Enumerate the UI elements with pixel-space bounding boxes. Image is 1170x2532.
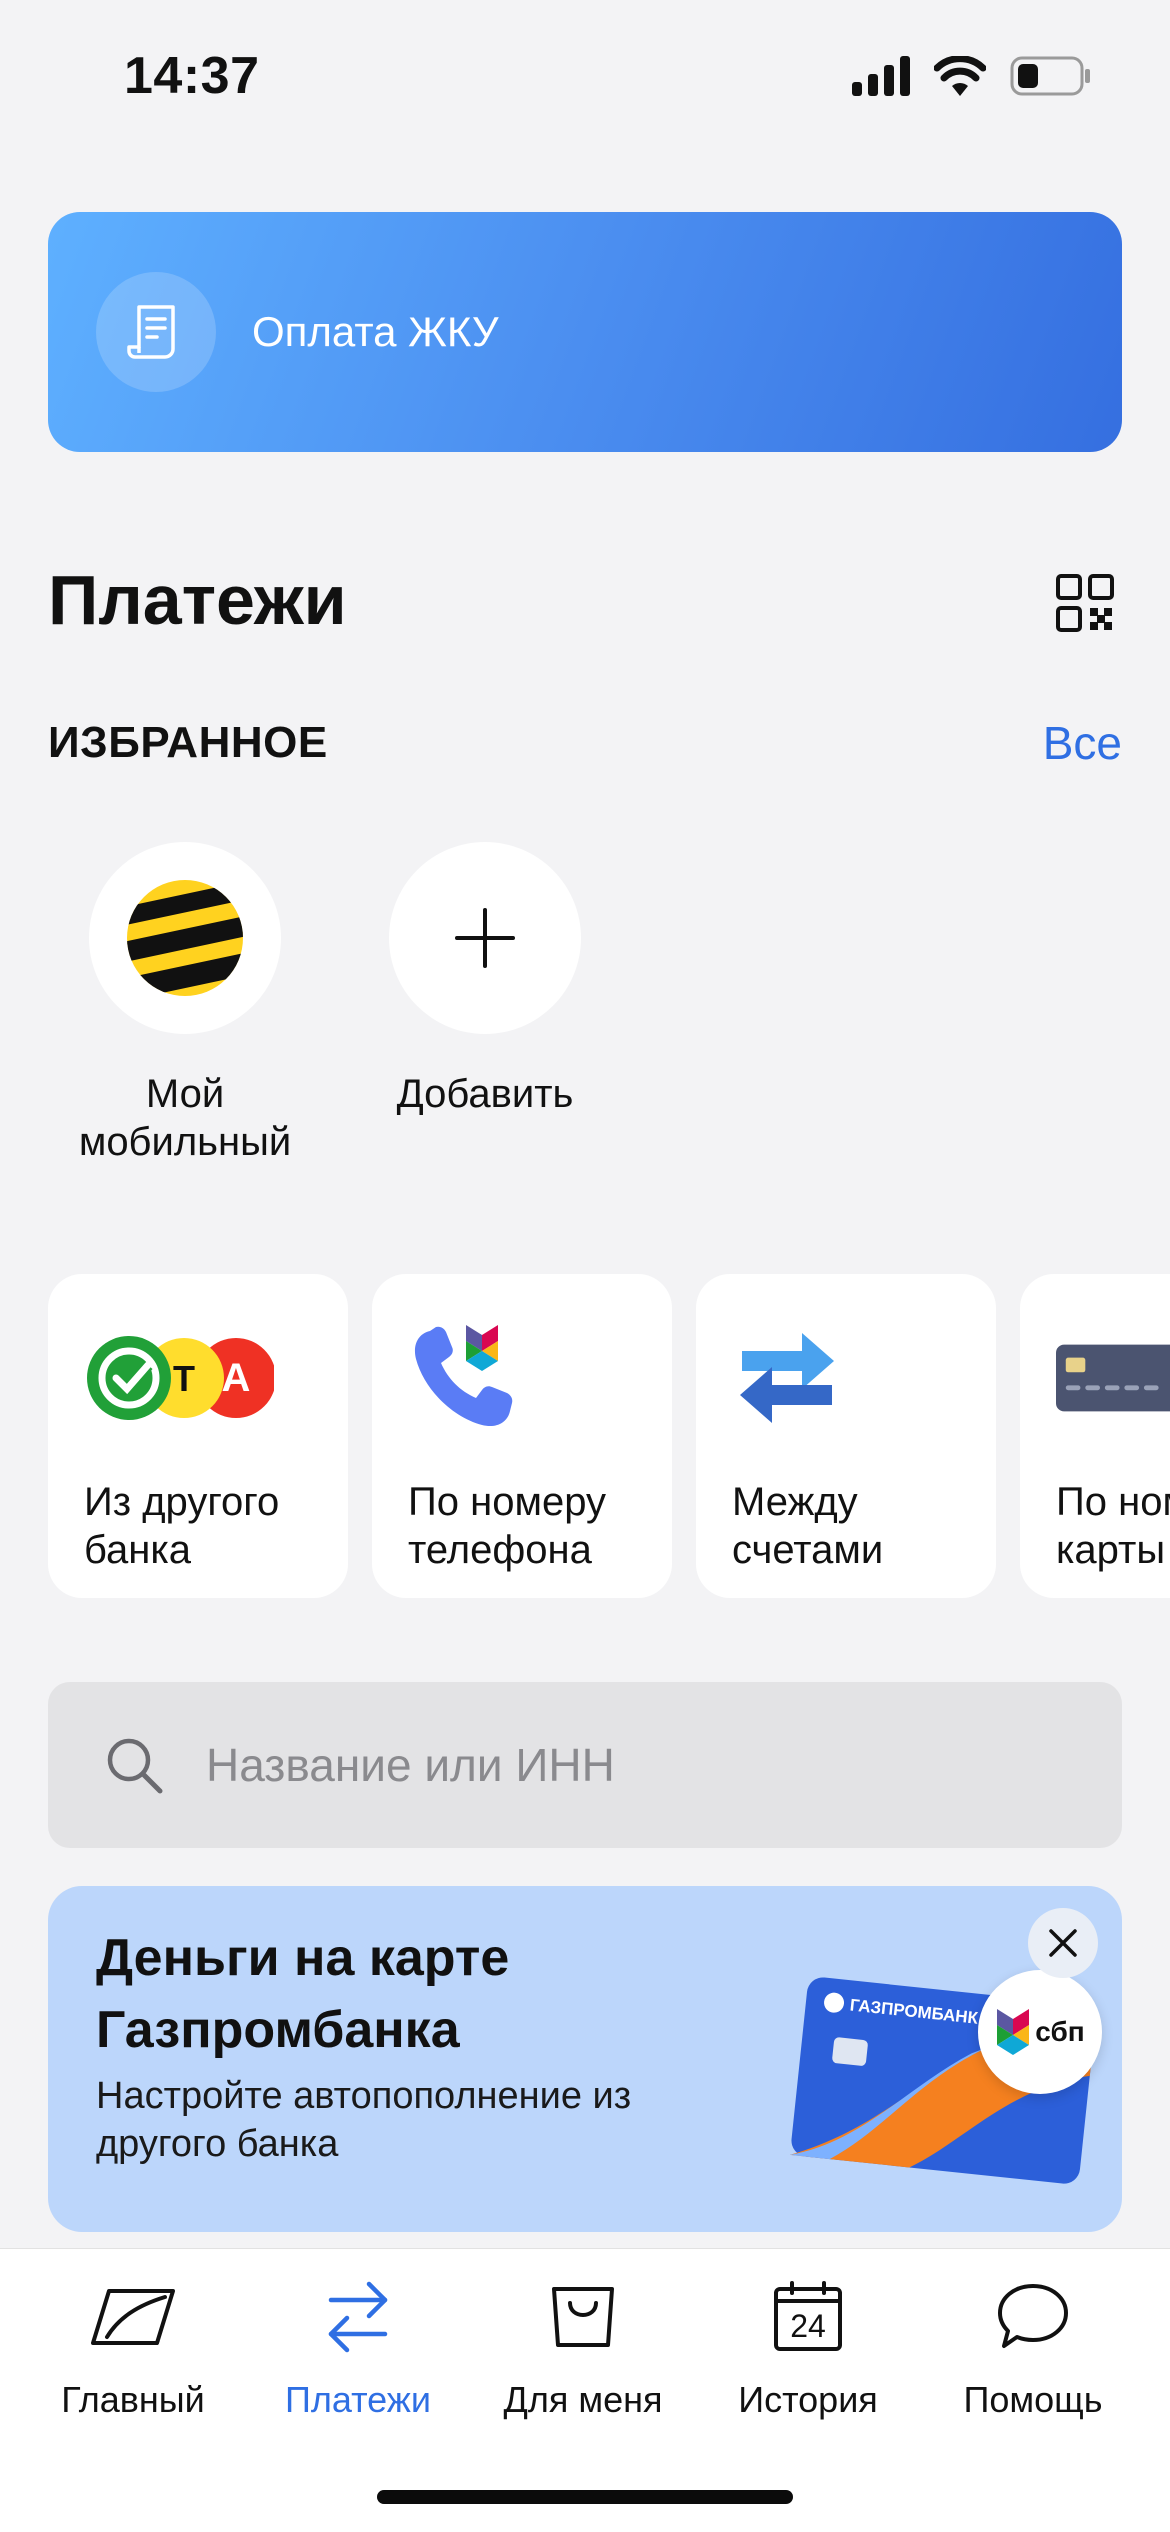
sbp-label: сбп (1035, 2016, 1085, 2047)
search-bar[interactable] (48, 1682, 1122, 1848)
status-icons (852, 56, 1092, 96)
sbp-badge: сбп (978, 1970, 1102, 2094)
cellular-signal-icon (852, 56, 910, 96)
tab-home[interactable]: Главный (18, 2277, 248, 2421)
phone-sbp-icon (408, 1318, 636, 1438)
promo-title: Деньги на карте Газпромбанка (96, 1929, 510, 2059)
close-icon (1049, 1929, 1077, 1957)
calendar-icon: 24 (774, 2281, 842, 2351)
status-time: 14:37 (124, 47, 260, 105)
favorite-item-label: Добавить (396, 1072, 574, 1116)
tab-label: Помощь (963, 2379, 1103, 2420)
page-title: Платежи (48, 561, 347, 639)
payment-type-label-line1: Из другого (84, 1480, 280, 1524)
tab-label: История (738, 2379, 878, 2420)
payment-type-label-line1: Между (732, 1480, 858, 1524)
beeline-logo-icon (89, 842, 281, 1034)
chat-bubble-icon (998, 2284, 1068, 2348)
payment-type-other-bank[interactable]: А Т Из другого банка (48, 1274, 348, 1598)
favorite-item-add[interactable]: Добавить (370, 842, 600, 1118)
promo-text: Настройте автопополнение из другого банк… (96, 2075, 632, 2165)
tab-payments[interactable]: Платежи (243, 2277, 473, 2421)
receipt-icon (96, 272, 216, 392)
tab-history[interactable]: 24 История (693, 2277, 923, 2421)
bank-logos-icon: А Т (84, 1318, 312, 1438)
promo-banner[interactable]: Деньги на карте Газпромбанка Настройте а… (48, 1886, 1122, 2232)
utilities-payment-banner[interactable]: Оплата ЖКУ (48, 212, 1122, 452)
home-logo-icon (91, 2289, 175, 2345)
plus-icon (389, 842, 581, 1034)
svg-text:А: А (222, 1356, 251, 1400)
search-input[interactable] (206, 1738, 1056, 1792)
tab-for-me[interactable]: Для меня (468, 2277, 698, 2421)
favorites-all-link[interactable]: Все (1043, 716, 1122, 770)
utilities-payment-label: Оплата ЖКУ (252, 308, 499, 355)
payment-type-label-line1: По номеру (408, 1480, 606, 1524)
shopping-bag-icon (552, 2287, 614, 2347)
battery-icon (1010, 56, 1090, 96)
home-indicator (377, 2490, 793, 2504)
transfer-icon (328, 2281, 388, 2353)
tab-help[interactable]: Помощь (918, 2277, 1148, 2421)
payment-type-label-line2: телефона (408, 1528, 592, 1572)
tab-label: Для меня (503, 2379, 663, 2420)
sbp-logo-icon (997, 2009, 1030, 2055)
close-button[interactable] (1028, 1908, 1098, 1978)
tab-label: Платежи (284, 2379, 431, 2420)
wifi-icon (934, 56, 986, 96)
payment-type-label-line2: счетами (732, 1528, 884, 1572)
payment-type-label-line2: карты (1056, 1528, 1166, 1572)
payment-type-label-line2: банка (84, 1528, 191, 1572)
qr-scan-icon[interactable] (1056, 574, 1114, 632)
search-icon (107, 1738, 163, 1794)
calendar-number: 24 (790, 2308, 826, 2344)
card-icon (1056, 1318, 1170, 1438)
payment-type-by-card[interactable]: По номеру карты (1020, 1274, 1170, 1598)
payment-type-between-accounts[interactable]: Между счетами (696, 1274, 996, 1598)
transfer-arrows-icon (732, 1318, 960, 1438)
svg-text:Т: Т (173, 1358, 195, 1399)
payment-type-by-phone[interactable]: По номеру телефона (372, 1274, 672, 1598)
payment-type-label-line1: По номеру (1056, 1480, 1170, 1524)
favorites-title: ИЗБРАННОЕ (48, 718, 328, 767)
favorite-item-my-mobile[interactable]: Мой мобильный (70, 842, 300, 1166)
tab-label: Главный (61, 2379, 205, 2420)
favorite-item-label: Мой мобильный (78, 1072, 292, 1164)
